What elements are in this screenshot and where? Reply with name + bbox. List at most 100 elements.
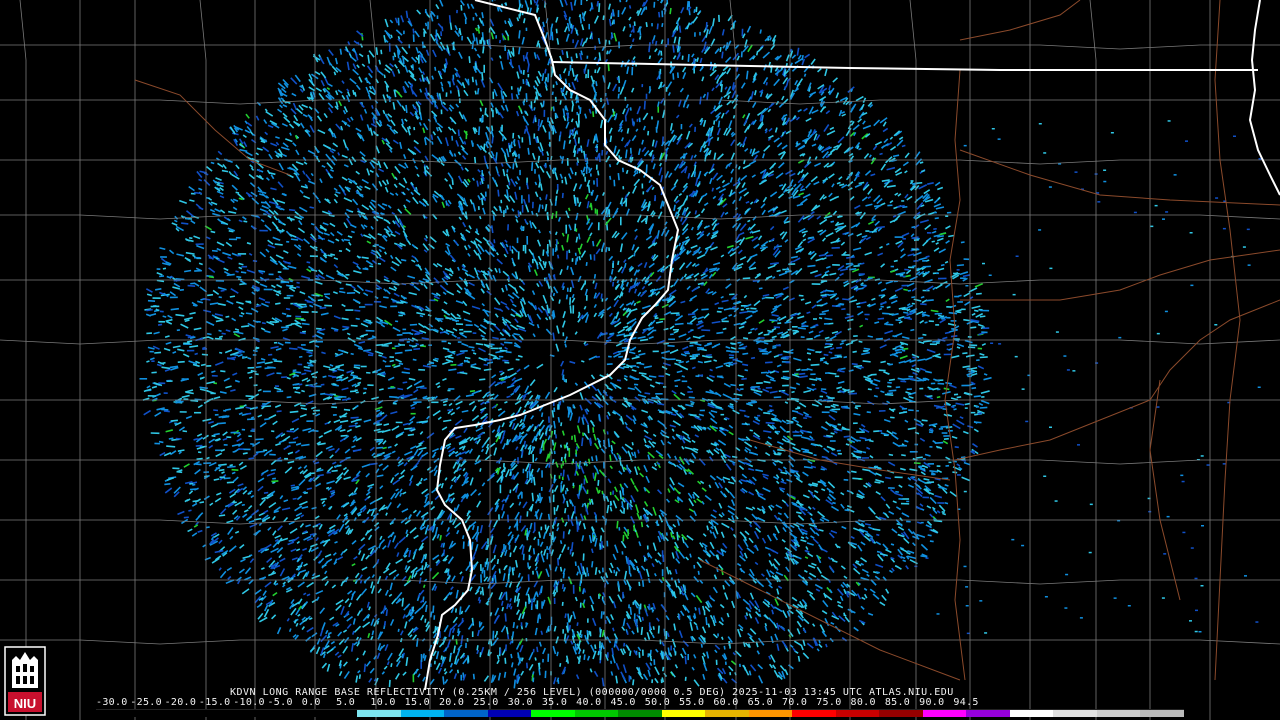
echo-speckle <box>492 91 495 99</box>
echo-speckle <box>618 527 621 531</box>
echo-speckle <box>553 274 556 280</box>
echo-speckle <box>500 199 503 204</box>
echo-speckle <box>961 384 970 387</box>
echo-speckle <box>827 397 835 399</box>
echo-speckle <box>564 490 567 495</box>
echo-speckle <box>447 389 451 392</box>
echo-speckle <box>626 503 629 510</box>
echo-speckle <box>982 327 990 330</box>
echo-speckle <box>855 405 861 407</box>
echo-speckle <box>642 191 645 195</box>
echo-speckle <box>198 451 202 454</box>
echo-speckle <box>943 435 951 437</box>
echo-speckle <box>480 564 482 572</box>
echo-speckle <box>364 303 373 306</box>
echo-speckle <box>602 567 604 573</box>
echo-speckle <box>263 288 273 291</box>
echo-speckle <box>641 183 644 189</box>
echo-speckle <box>875 387 880 390</box>
echo-speckle <box>194 411 202 414</box>
echo-speckle <box>241 265 248 268</box>
echo-speckle <box>831 408 841 411</box>
echo-speckle <box>510 86 513 90</box>
echo-speckle <box>402 328 407 331</box>
echo-speckle <box>385 365 391 368</box>
echo-speckle <box>284 341 291 344</box>
echo-speckle <box>532 446 534 451</box>
echo-speckle <box>527 74 530 78</box>
echo-speckle <box>858 273 865 275</box>
echo-speckle <box>906 520 911 523</box>
echo-speckle <box>332 414 337 416</box>
echo-speckle <box>448 388 455 390</box>
echo-speckle <box>556 586 558 593</box>
echo-speckle <box>572 584 575 594</box>
echo-speckle <box>286 240 290 243</box>
echo-speckle <box>608 247 610 252</box>
echo-speckle <box>562 629 564 634</box>
echo-speckle <box>740 308 744 311</box>
echo-speckle <box>517 457 519 464</box>
echo-speckle <box>628 675 631 682</box>
echo-speckle <box>211 374 218 377</box>
echo-speckle <box>674 385 678 387</box>
echo-speckle <box>277 271 282 273</box>
echo-speckle <box>653 659 656 665</box>
echo-speckle <box>641 84 644 88</box>
echo-speckle <box>503 544 505 553</box>
echo-speckle <box>504 208 507 214</box>
echo-speckle <box>373 300 382 303</box>
echo-speckle <box>498 355 504 358</box>
echo-speckle <box>631 67 634 76</box>
echo-speckle <box>572 39 574 44</box>
echo-speckle <box>586 157 589 164</box>
echo-speckle <box>819 313 826 316</box>
echo-speckle <box>721 320 729 323</box>
echo-speckle <box>456 9 458 14</box>
echo-speckle <box>457 337 461 339</box>
echo-speckle <box>792 431 800 433</box>
echo-speckle <box>623 340 629 343</box>
echo-speckle <box>520 622 523 627</box>
echo-speckle <box>585 166 588 174</box>
echo-speckle <box>729 293 735 296</box>
echo-speckle <box>715 659 718 665</box>
echo-speckle <box>521 137 524 143</box>
echo-speckle <box>205 365 212 367</box>
echo-speckle <box>459 328 464 331</box>
echo-speckle <box>525 27 528 31</box>
echo-speckle <box>253 384 258 387</box>
echo-speckle <box>945 215 949 217</box>
echo-speckle <box>503 210 505 217</box>
echo-speckle <box>623 508 625 514</box>
echo-speckle <box>309 255 318 258</box>
echo-speckle <box>651 679 654 684</box>
echo-speckle <box>169 296 178 299</box>
echo-speckle <box>782 384 789 387</box>
echo-speckle <box>434 660 436 665</box>
echo-speckle <box>557 404 559 410</box>
echo-speckle <box>458 98 461 104</box>
echo-speckle <box>655 393 663 395</box>
echo-speckle <box>339 287 344 290</box>
echo-speckle <box>532 570 534 575</box>
echo-speckle <box>307 364 314 367</box>
echo-speckle <box>398 314 403 317</box>
echo-speckle <box>499 206 502 211</box>
echo-speckle <box>457 364 463 367</box>
echo-speckle <box>395 421 403 424</box>
echo-speckle <box>661 550 664 558</box>
echo-speckle <box>516 237 519 244</box>
echo-speckle <box>612 263 614 268</box>
echo-speckle <box>895 351 902 354</box>
echo-speckle <box>534 169 536 174</box>
echo-speckle <box>584 176 587 182</box>
echo-speckle <box>928 320 934 323</box>
echo-speckle <box>956 474 961 476</box>
echo-speckle <box>186 349 195 352</box>
echo-speckle <box>259 229 268 232</box>
echo-speckle <box>490 347 499 350</box>
echo-speckle <box>782 370 789 373</box>
echo-speckle <box>633 253 636 257</box>
echo-speckle <box>703 610 706 616</box>
